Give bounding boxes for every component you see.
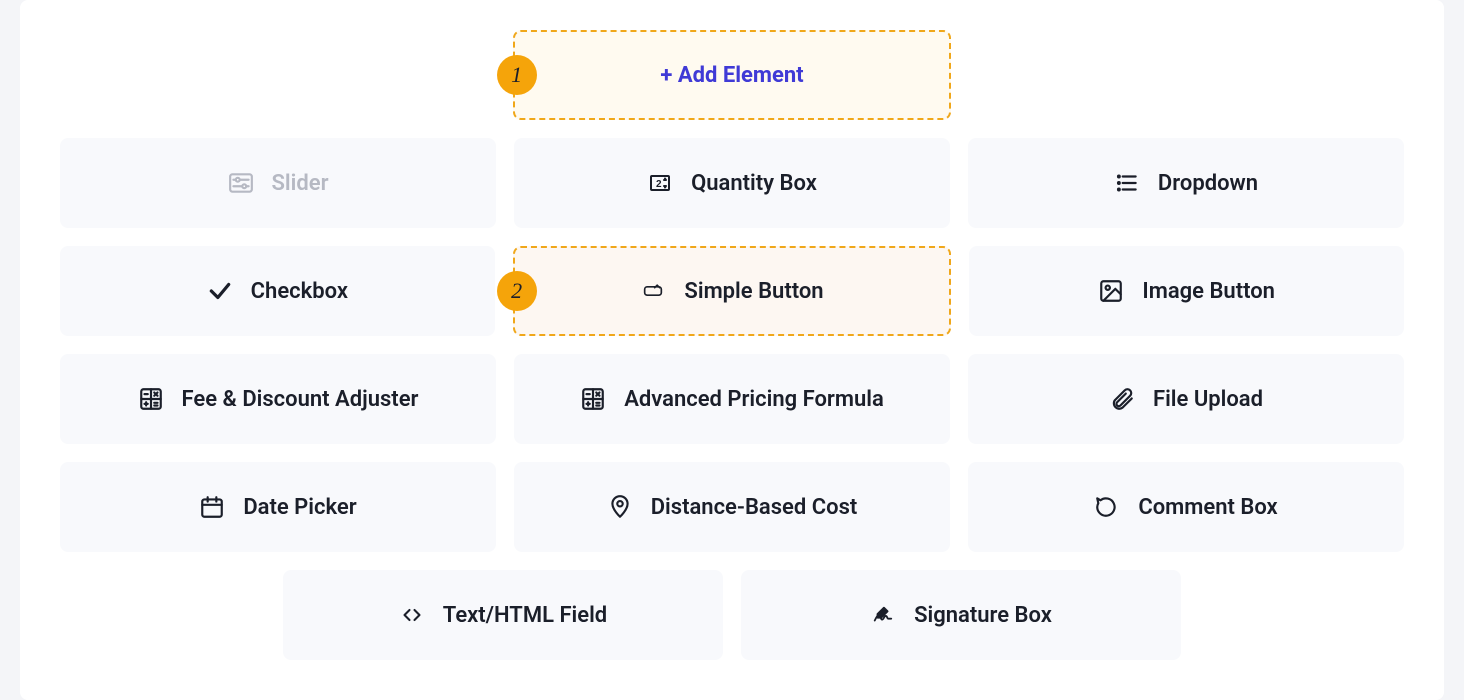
advanced-pricing-icon: [580, 386, 606, 412]
step-badge-1: 1: [497, 55, 537, 95]
element-grid: 1 + Add Element Slider 2 Quantity Box: [60, 30, 1404, 660]
row-5: Text/HTML Field Signature Box: [60, 570, 1404, 660]
element-label: Image Button: [1142, 279, 1275, 304]
dropdown-icon: [1114, 170, 1140, 196]
element-label: Quantity Box: [691, 171, 817, 196]
distance-cost-icon: [607, 494, 633, 520]
element-fee-discount-adjuster[interactable]: Fee & Discount Adjuster: [60, 354, 496, 444]
element-comment-box[interactable]: Comment Box: [968, 462, 1404, 552]
element-label: Slider: [272, 171, 329, 196]
element-distance-based-cost[interactable]: Distance-Based Cost: [514, 462, 950, 552]
quantity-box-icon: 2: [647, 170, 673, 196]
element-label: Signature Box: [914, 603, 1052, 628]
checkbox-icon: [207, 278, 233, 304]
element-label: Date Picker: [243, 495, 356, 520]
row-3: Fee & Discount Adjuster Advanced Pricing…: [60, 354, 1404, 444]
element-label: Comment Box: [1138, 495, 1277, 520]
svg-text:2: 2: [656, 179, 662, 190]
element-label: Checkbox: [251, 279, 348, 304]
element-label: Advanced Pricing Formula: [624, 387, 884, 412]
row-2: Checkbox 2 Simple Button Image Button: [60, 246, 1404, 336]
element-image-button[interactable]: Image Button: [969, 246, 1404, 336]
element-checkbox[interactable]: Checkbox: [60, 246, 495, 336]
element-label: File Upload: [1153, 387, 1263, 412]
step-badge-2: 2: [497, 271, 537, 311]
element-dropdown[interactable]: Dropdown: [968, 138, 1404, 228]
text-html-icon: [399, 602, 425, 628]
element-label: Fee & Discount Adjuster: [182, 387, 419, 412]
element-advanced-pricing-formula[interactable]: Advanced Pricing Formula: [514, 354, 950, 444]
element-simple-button[interactable]: 2 Simple Button: [513, 246, 952, 336]
element-label: Dropdown: [1158, 171, 1258, 196]
date-picker-icon: [199, 494, 225, 520]
element-slider[interactable]: Slider: [60, 138, 496, 228]
comment-box-icon: [1094, 494, 1120, 520]
element-date-picker[interactable]: Date Picker: [60, 462, 496, 552]
element-label: Simple Button: [684, 279, 823, 304]
element-picker-panel: 1 + Add Element Slider 2 Quantity Box: [20, 0, 1444, 700]
element-label: Text/HTML Field: [443, 603, 607, 628]
fee-discount-icon: [138, 386, 164, 412]
element-label: Distance-Based Cost: [651, 495, 858, 520]
row-4: Date Picker Distance-Based Cost Comment …: [60, 462, 1404, 552]
row-1: Slider 2 Quantity Box Dropdown: [60, 138, 1404, 228]
element-text-html-field[interactable]: Text/HTML Field: [283, 570, 723, 660]
simple-button-icon: [640, 278, 666, 304]
element-signature-box[interactable]: Signature Box: [741, 570, 1181, 660]
signature-box-icon: [870, 602, 896, 628]
slider-icon: [228, 170, 254, 196]
element-file-upload[interactable]: File Upload: [968, 354, 1404, 444]
file-upload-icon: [1109, 386, 1135, 412]
add-element-label: + Add Element: [660, 63, 803, 88]
add-element-button[interactable]: 1 + Add Element: [513, 30, 952, 120]
image-button-icon: [1098, 278, 1124, 304]
element-quantity-box[interactable]: 2 Quantity Box: [514, 138, 950, 228]
row-add: 1 + Add Element: [60, 30, 1404, 120]
